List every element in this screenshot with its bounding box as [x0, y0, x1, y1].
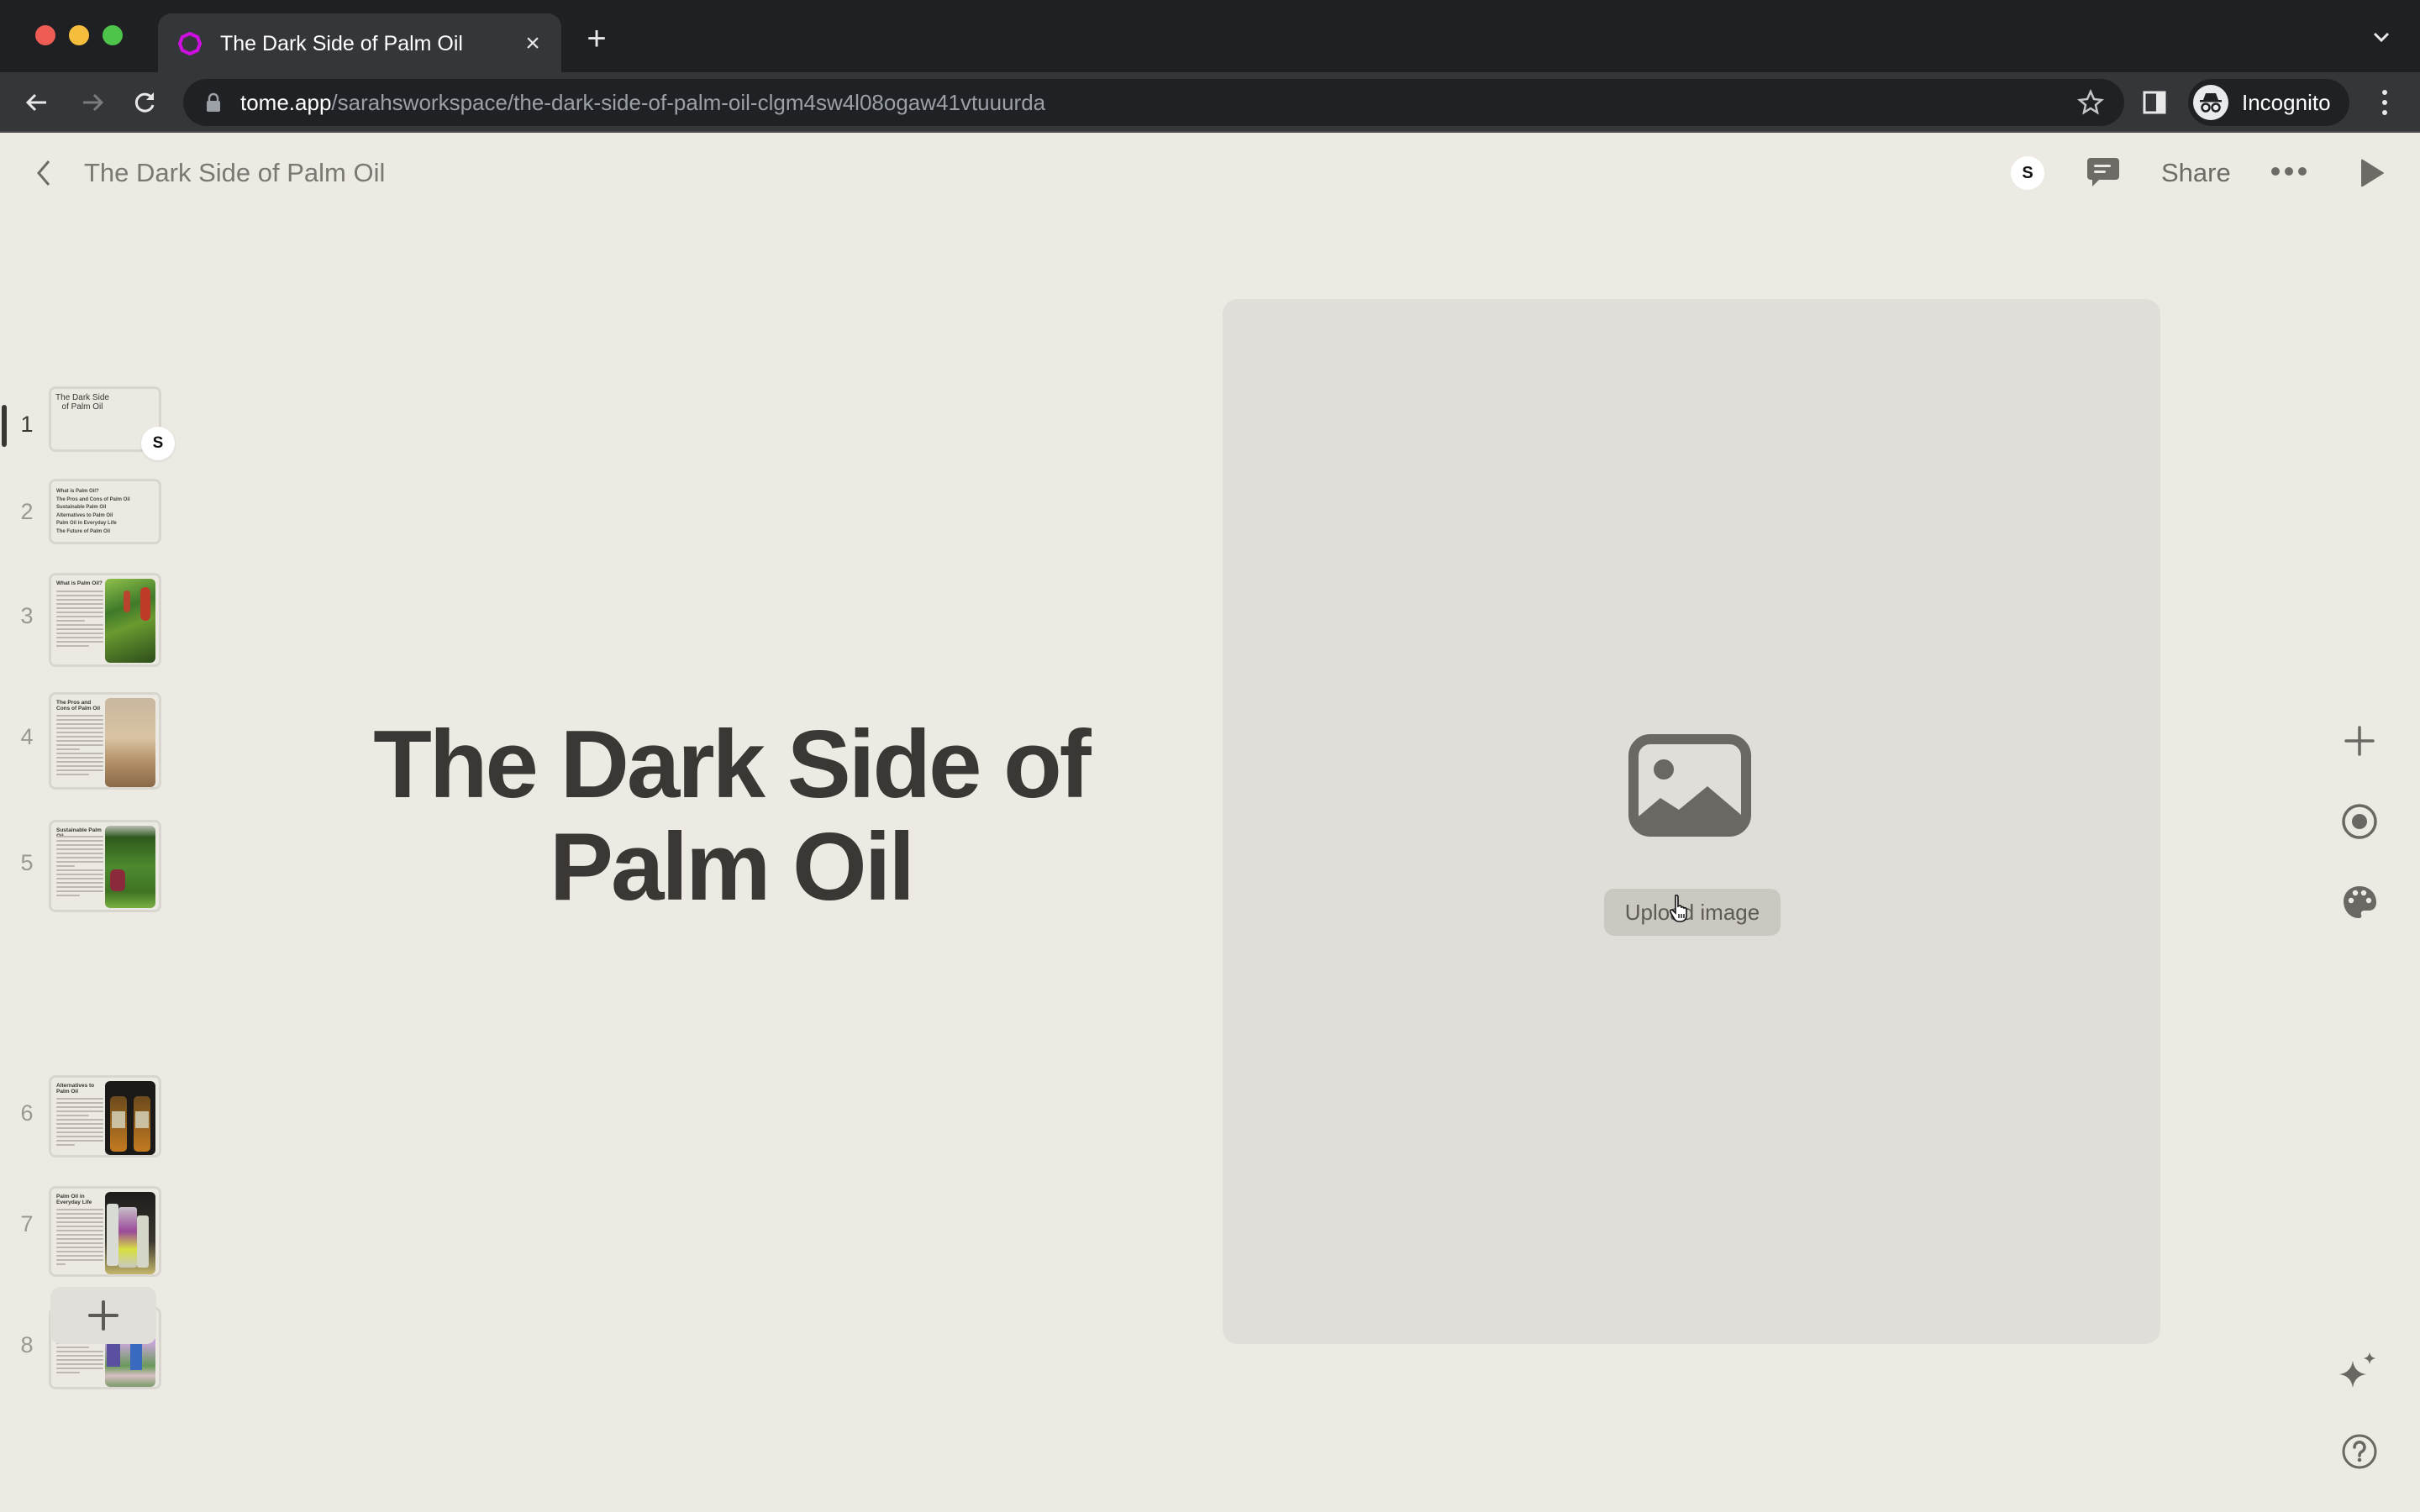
- tome-app: The Dark Side of Palm Oil S Share 1 The …: [0, 133, 2420, 1512]
- slide-number: 6: [20, 1100, 34, 1126]
- app-header: The Dark Side of Palm Oil S Share: [0, 133, 2420, 213]
- slide-number: 3: [20, 603, 34, 628]
- arrow-right-icon: [83, 93, 104, 112]
- record-button[interactable]: [2341, 803, 2378, 840]
- slide-number: 4: [20, 724, 34, 749]
- browser-menu-icon[interactable]: [2371, 87, 2398, 118]
- address-bar[interactable]: tome.app/sarahsworkspace/the-dark-side-o…: [183, 79, 2124, 126]
- incognito-label: Incognito: [2242, 89, 2331, 115]
- share-button[interactable]: Share: [2161, 158, 2231, 188]
- comment-icon[interactable]: [2086, 155, 2121, 190]
- incognito-icon: [2193, 85, 2228, 120]
- slide-thumbnail-7[interactable]: 7 Palm Oil in Everyday Life: [0, 1186, 168, 1277]
- slide-rail: 1 The Dark Side of Palm Oil S 2 What is …: [0, 133, 185, 1512]
- collaborator-presence-avatar: S: [141, 427, 175, 460]
- incognito-profile-button[interactable]: Incognito: [2188, 79, 2349, 126]
- back-button[interactable]: [20, 86, 54, 119]
- thumb-title: What is Palm Oil?: [56, 580, 103, 586]
- ai-assistant-button[interactable]: [2336, 1349, 2380, 1393]
- thumb-body-lines: [56, 1098, 103, 1148]
- url-text: tome.app/sarahsworkspace/the-dark-side-o…: [240, 90, 1045, 116]
- user-avatar[interactable]: S: [2011, 156, 2044, 190]
- bookmark-star-icon[interactable]: [2077, 89, 2104, 116]
- record-icon: [2342, 804, 2377, 839]
- thumb-title: Palm Oil in Everyday Life: [56, 1194, 92, 1205]
- thumb-body-lines: [56, 591, 103, 649]
- thumb-image-rainforest: [105, 579, 155, 663]
- slide-thumbnail-5[interactable]: 5 Sustainable Palm Oil: [0, 820, 168, 912]
- slide-preview: Sustainable Palm Oil: [49, 820, 161, 912]
- reload-icon: [134, 92, 155, 113]
- slide-preview: Palm Oil in Everyday Life: [49, 1186, 161, 1277]
- tab-close-button[interactable]: ×: [516, 31, 550, 56]
- side-panel-icon[interactable]: [2141, 89, 2168, 116]
- active-slide-indicator: [2, 405, 7, 447]
- thumb-title: The Dark Side of Palm Oil: [55, 393, 109, 412]
- plus-icon: [2344, 726, 2375, 756]
- sparkle-icon: [2339, 1352, 2375, 1388]
- agenda-item: The Future of Palm Oil: [56, 528, 111, 534]
- plus-icon: [88, 1300, 118, 1331]
- slide-preview: What is Palm Oil? The Pros and Cons of P…: [49, 479, 161, 544]
- thumb-image-plantation: [105, 826, 155, 908]
- slide-number: 1: [20, 412, 34, 437]
- url-path: /sarahsworkspace/the-dark-side-of-palm-o…: [331, 89, 1046, 115]
- slide-preview: Alternatives to Palm Oil: [49, 1075, 161, 1158]
- slide-number: 7: [20, 1211, 34, 1236]
- theme-button[interactable]: [2341, 884, 2378, 921]
- agenda-item: Alternatives to Palm Oil: [56, 512, 113, 518]
- slide-thumbnail-1[interactable]: 1 The Dark Side of Palm Oil S: [0, 386, 175, 467]
- agenda-item: The Pros and Cons of Palm Oil: [56, 496, 130, 502]
- tome-favicon-icon: [178, 32, 202, 55]
- browser-toolbar: tome.app/sarahsworkspace/the-dark-side-o…: [0, 72, 2420, 133]
- slide-number: 2: [20, 499, 34, 524]
- help-button[interactable]: [2341, 1433, 2378, 1470]
- agenda-item: Palm Oil in Everyday Life: [56, 521, 117, 526]
- thumb-image-grocery-jars: [105, 1192, 155, 1274]
- arrow-left-icon: [25, 93, 46, 112]
- slide-thumbnail-4[interactable]: 4 The Pros and Cons of Palm Oil: [0, 692, 168, 790]
- window-zoom-button[interactable]: [103, 25, 123, 45]
- slide-number: 5: [20, 850, 34, 875]
- agenda-item: What is Palm Oil?: [56, 489, 99, 494]
- slide-preview: What is Palm Oil?: [49, 573, 161, 667]
- help-icon: [2342, 1434, 2377, 1469]
- thumb-title: The Pros and Cons of Palm Oil: [56, 700, 101, 711]
- browser-tab-bar: The Dark Side of Palm Oil × +: [0, 0, 2420, 74]
- thumb-image-oil-bottles: [105, 1081, 155, 1155]
- slide-thumbnail-2[interactable]: 2 What is Palm Oil? The Pros and Cons of…: [0, 479, 168, 549]
- thumb-agenda-list: What is Palm Oil? The Pros and Cons of P…: [56, 488, 130, 536]
- reload-button[interactable]: [128, 86, 161, 119]
- forward-button[interactable]: [76, 86, 109, 119]
- window-close-button[interactable]: [35, 25, 55, 45]
- slide-preview: The Pros and Cons of Palm Oil: [49, 692, 161, 790]
- more-options-icon[interactable]: [2270, 163, 2307, 180]
- image-icon: [1628, 734, 1751, 837]
- image-placeholder-tile[interactable]: Upload image: [1223, 299, 2160, 1344]
- thumb-image-desert: [105, 698, 155, 787]
- thumb-title: Alternatives to Palm Oil: [56, 1083, 95, 1095]
- thumb-body-lines: [56, 715, 103, 778]
- add-tile-button[interactable]: [2341, 722, 2378, 759]
- slide-thumbnail-6[interactable]: 6 Alternatives to Palm Oil: [0, 1075, 168, 1159]
- window-minimize-button[interactable]: [69, 25, 89, 45]
- add-slide-button[interactable]: [50, 1287, 156, 1344]
- slide-thumbnail-3[interactable]: 3 What is Palm Oil?: [0, 573, 168, 667]
- present-play-icon[interactable]: [2358, 158, 2385, 188]
- thumb-body-lines: [56, 836, 103, 899]
- lock-icon: [207, 92, 220, 112]
- new-tab-button[interactable]: +: [580, 22, 613, 57]
- slide-number: 8: [20, 1332, 34, 1357]
- url-host: tome.app: [240, 89, 332, 115]
- tab-title: The Dark Side of Palm Oil: [220, 31, 463, 55]
- slide-title[interactable]: The Dark Side of Palm Oil: [319, 714, 1143, 919]
- thumb-body-lines: [56, 1209, 103, 1268]
- upload-image-button[interactable]: Upload image: [1604, 889, 1781, 936]
- browser-tab[interactable]: The Dark Side of Palm Oil ×: [158, 13, 561, 74]
- tab-search-chevron-icon[interactable]: [2370, 25, 2393, 49]
- palette-icon: [2344, 886, 2376, 918]
- agenda-item: Sustainable Palm Oil: [56, 505, 107, 510]
